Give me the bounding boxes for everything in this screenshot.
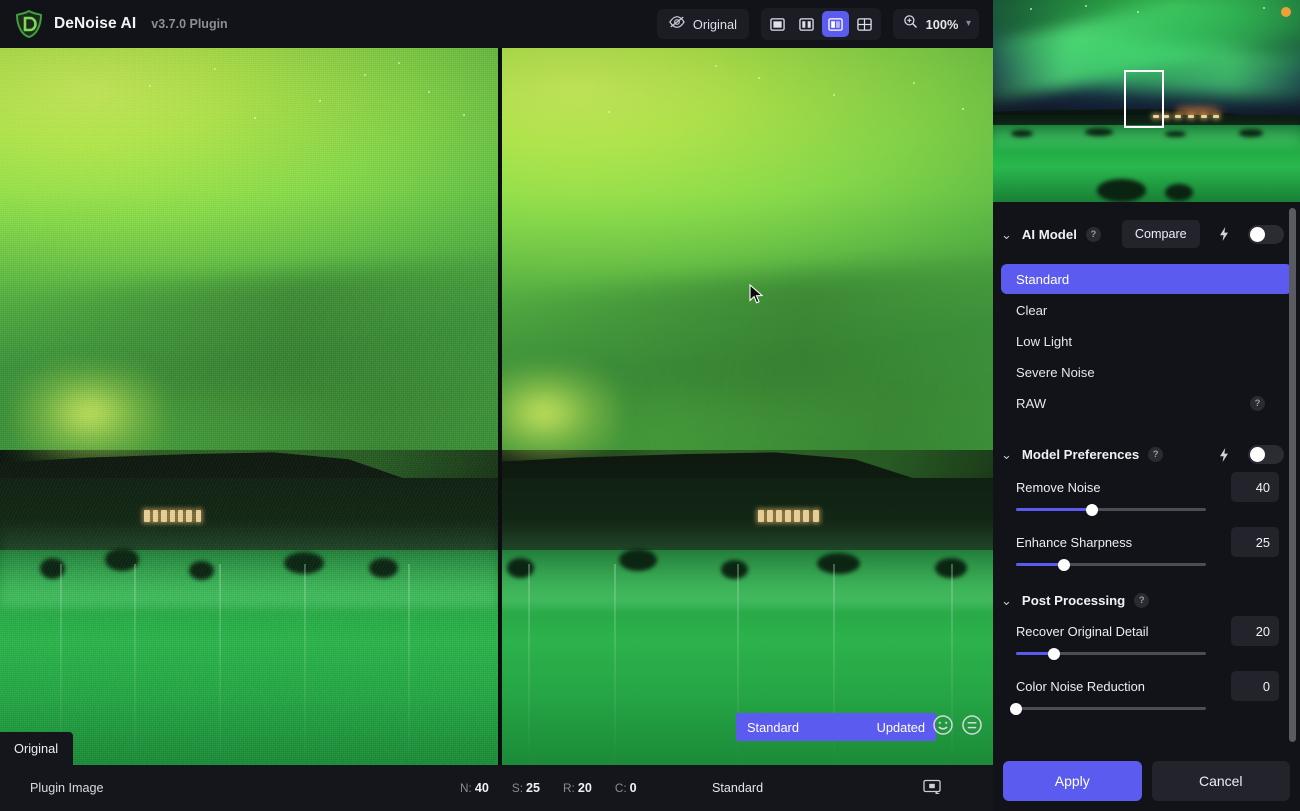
slider-track[interactable] <box>1016 508 1206 511</box>
chevron-down-icon[interactable]: ▾ <box>966 19 971 29</box>
view-mode-side-by-side[interactable] <box>822 11 849 37</box>
slider-value[interactable]: 0 <box>1231 671 1279 701</box>
magnifier-plus-icon <box>903 14 918 34</box>
navigator-viewport-rect[interactable] <box>1124 70 1164 128</box>
image-navigator[interactable] <box>993 0 1300 202</box>
section-header-ai-model[interactable]: ⌄ AI Model ? Compare <box>993 202 1300 248</box>
slider-value[interactable]: 40 <box>1231 472 1279 502</box>
compare-button[interactable]: Compare <box>1122 220 1200 248</box>
panel-actions: Apply Cancel <box>993 750 1300 811</box>
stat-sharpness: S:25 <box>512 781 540 795</box>
model-preferences-sliders: Remove Noise 40 Enhance Sharpness 25 <box>1001 464 1292 566</box>
chevron-down-icon[interactable]: ⌄ <box>1001 228 1012 241</box>
neutral-face-icon[interactable] <box>961 714 983 741</box>
model-option-label: Standard <box>1016 272 1069 287</box>
app-title: DeNoise AI <box>54 15 136 33</box>
model-option-raw[interactable]: RAW ? <box>1001 388 1292 418</box>
help-icon[interactable]: ? <box>1250 396 1265 411</box>
help-icon[interactable]: ? <box>1148 447 1163 462</box>
stat-color: C:0 <box>615 781 637 795</box>
right-sidebar: ⌄ AI Model ? Compare Standard Clear Low … <box>993 0 1300 811</box>
status-stats: N:40 S:25 R:20 C:0 <box>460 781 637 795</box>
eye-off-icon <box>669 15 685 34</box>
zoom-control[interactable]: 100% ▾ <box>893 9 979 39</box>
stat-recover: R:20 <box>563 781 592 795</box>
original-toggle-label: Original <box>693 17 737 32</box>
chevron-down-icon[interactable]: ⌄ <box>1001 448 1012 461</box>
slider-value[interactable]: 20 <box>1231 616 1279 646</box>
cancel-button[interactable]: Cancel <box>1152 761 1291 801</box>
model-option-label: Clear <box>1016 303 1047 318</box>
model-preferences-auto-toggle[interactable] <box>1248 445 1284 464</box>
model-preferences-title: Model Preferences <box>1022 447 1139 462</box>
preview-pane-original[interactable]: Original <box>0 48 498 765</box>
image-preview-canvas[interactable]: Original <box>0 48 993 765</box>
model-option-low-light[interactable]: Low Light <box>1001 326 1292 356</box>
model-option-severe-noise[interactable]: Severe Noise <box>1001 357 1292 387</box>
help-icon[interactable]: ? <box>1086 227 1101 242</box>
feedback-controls <box>932 714 983 741</box>
status-bar: Plugin Image N:40 S:25 R:20 C:0 Standard <box>0 765 993 811</box>
slider-track[interactable] <box>1016 707 1206 710</box>
model-option-label: RAW <box>1016 396 1046 411</box>
zoom-level-value: 100% <box>925 17 959 32</box>
view-mode-quad-grid[interactable] <box>851 11 878 37</box>
app-version: v3.7.0 Plugin <box>151 17 227 31</box>
ai-model-title: AI Model <box>1022 227 1077 242</box>
status-image-name: Plugin Image <box>0 781 104 795</box>
model-option-standard[interactable]: Standard <box>1001 264 1292 294</box>
original-pane-label: Original <box>0 732 73 765</box>
apply-button[interactable]: Apply <box>1003 761 1142 801</box>
help-icon[interactable]: ? <box>1134 593 1149 608</box>
ai-model-list: Standard Clear Low Light Severe Noise RA… <box>1001 264 1292 418</box>
settings-panel: ⌄ AI Model ? Compare Standard Clear Low … <box>993 202 1300 750</box>
app-branding: DeNoise AI v3.7.0 Plugin <box>0 9 228 39</box>
view-mode-single[interactable] <box>764 11 791 37</box>
result-model-name: Standard <box>747 720 799 735</box>
denoise-ai-window: DeNoise AI v3.7.0 Plugin Original <box>0 0 1300 811</box>
ai-model-auto-toggle[interactable] <box>1248 225 1284 244</box>
slider-recover-original-detail[interactable]: Recover Original Detail 20 <box>1001 624 1292 655</box>
main-area: DeNoise AI v3.7.0 Plugin Original <box>0 0 993 811</box>
noise-grain-overlay-secondary <box>0 48 498 765</box>
result-status-badge: Standard Updated <box>736 713 936 741</box>
lightning-bolt-icon <box>1218 447 1230 463</box>
section-header-model-preferences[interactable]: ⌄ Model Preferences ? <box>993 419 1300 464</box>
model-option-clear[interactable]: Clear <box>1001 295 1292 325</box>
view-mode-split-three[interactable] <box>793 11 820 37</box>
top-toolbar: DeNoise AI v3.7.0 Plugin Original <box>0 0 993 48</box>
original-toggle-button[interactable]: Original <box>657 9 749 39</box>
preview-pane-processed[interactable] <box>502 48 993 765</box>
slider-value[interactable]: 25 <box>1231 527 1279 557</box>
model-option-label: Low Light <box>1016 334 1072 349</box>
navigator-status-dot <box>1281 7 1291 17</box>
chevron-down-icon[interactable]: ⌄ <box>1001 594 1012 607</box>
post-processing-title: Post Processing <box>1022 593 1125 608</box>
aurora-scene-processed <box>502 48 993 765</box>
model-option-label: Severe Noise <box>1016 365 1095 380</box>
slider-remove-noise[interactable]: Remove Noise 40 <box>1001 480 1292 511</box>
view-mode-group <box>761 8 881 40</box>
stat-noise: N:40 <box>460 781 489 795</box>
post-processing-sliders: Recover Original Detail 20 Color Noise R… <box>1001 608 1292 710</box>
smile-face-icon[interactable] <box>932 714 954 741</box>
slider-color-noise-reduction[interactable]: Color Noise Reduction 0 <box>1001 679 1292 710</box>
preview-frame-icon[interactable] <box>923 779 941 797</box>
section-header-post-processing[interactable]: ⌄ Post Processing ? <box>993 566 1300 608</box>
panel-scrollbar[interactable] <box>1289 208 1296 742</box>
pane-divider[interactable] <box>498 48 502 765</box>
lightning-bolt-icon <box>1218 226 1230 242</box>
toolbar-controls: Original <box>657 0 993 48</box>
status-model-name: Standard <box>712 781 763 795</box>
slider-track[interactable] <box>1016 652 1206 655</box>
denoise-shield-d-logo-icon <box>14 9 44 39</box>
result-status-text: Updated <box>877 720 925 735</box>
slider-enhance-sharpness[interactable]: Enhance Sharpness 25 <box>1001 535 1292 566</box>
